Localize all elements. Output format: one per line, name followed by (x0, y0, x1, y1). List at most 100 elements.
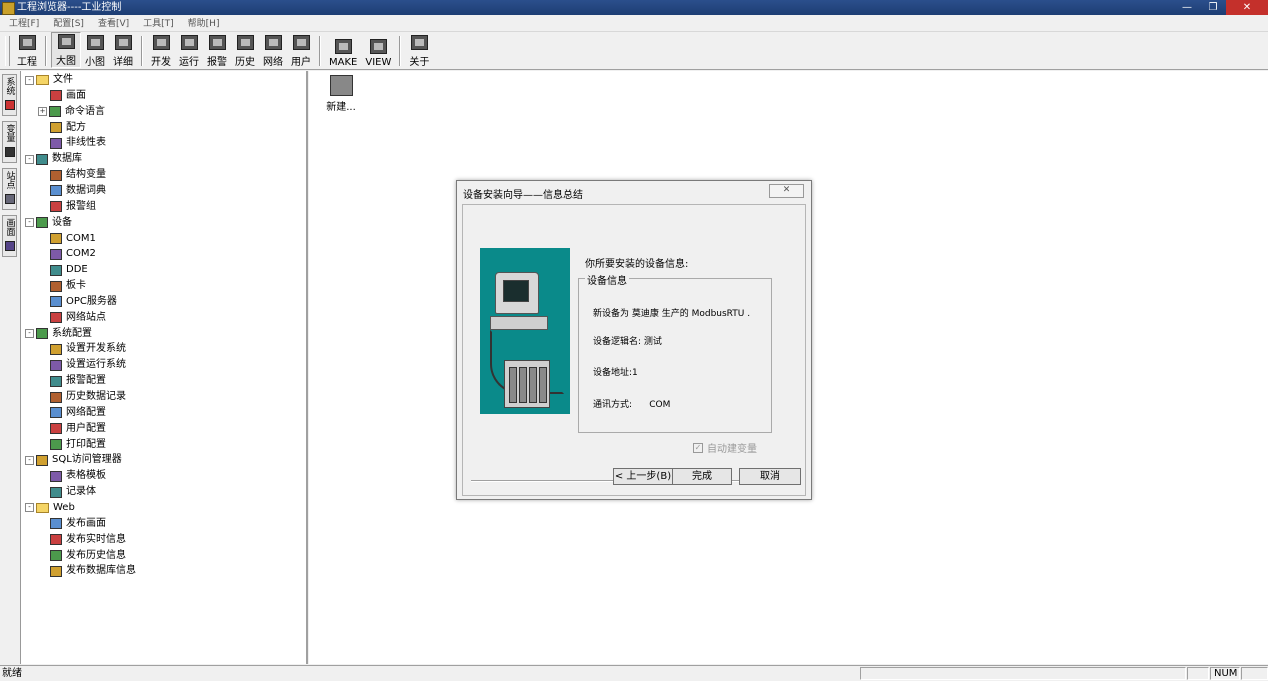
tree-item[interactable]: - Web (25, 501, 75, 515)
collapse-icon[interactable]: - (25, 218, 34, 228)
toolbar-button-5[interactable]: 运行 (175, 34, 203, 68)
toolbar-grip[interactable] (5, 36, 10, 66)
toolbar-button-10[interactable]: MAKE (325, 34, 361, 68)
collapse-icon[interactable]: - (25, 455, 34, 465)
toolbar-button-4[interactable]: 开发 (147, 34, 175, 68)
back-button[interactable]: < 上一步(B) (613, 468, 673, 485)
view-icon (369, 39, 387, 54)
menu-tools[interactable]: 工具[T] (134, 17, 179, 31)
command-language-icon (49, 106, 61, 118)
user-config-icon (50, 423, 62, 435)
tree-item[interactable]: 设置开发系统 (50, 342, 126, 356)
vtab-system-label: 系统 (4, 77, 15, 95)
vtab-system[interactable]: 系统 (2, 74, 17, 116)
publish-database-icon (50, 565, 62, 577)
toolbar-label: 小图 (85, 57, 105, 68)
collapse-icon[interactable]: - (25, 329, 34, 339)
monitor-icon (495, 272, 539, 314)
tree-item[interactable]: 网络配置 (50, 406, 106, 420)
vtab-variable[interactable]: 变量 (2, 121, 17, 163)
menu-project[interactable]: 工程[F] (0, 17, 44, 31)
tree-item[interactable]: 网络站点 (50, 311, 106, 325)
auto-variable-checkbox[interactable]: ✓ 自动建变量 (693, 440, 757, 455)
toolbar-button-0[interactable]: 工程 (13, 34, 41, 68)
tree-item[interactable]: DDE (50, 263, 88, 277)
alarm-group-icon (50, 201, 62, 213)
toolbar-button-3[interactable]: 详细 (109, 34, 137, 68)
group-label: 设备信息 (585, 272, 629, 287)
details-icon (114, 35, 132, 50)
tree-item-label: 打印配置 (66, 438, 106, 450)
com-port-icon (50, 248, 62, 260)
tree-item[interactable]: 报警组 (50, 200, 96, 214)
tree-item[interactable]: 发布历史信息 (50, 549, 126, 563)
tree-item[interactable]: 配方 (50, 121, 86, 135)
tree-item-label: DDE (66, 264, 88, 276)
tree-item[interactable]: 设置运行系统 (50, 358, 126, 372)
tree-item-label: 画面 (66, 89, 86, 101)
restore-button[interactable]: ❐ (1200, 0, 1226, 15)
picture-tab-icon (4, 241, 15, 251)
toolbar-button-12[interactable]: 关于 (405, 34, 433, 68)
toolbar-separator (399, 36, 402, 66)
computer-plc-illustration (480, 248, 570, 414)
tree-item[interactable]: - 设备 (25, 216, 72, 230)
menu-config[interactable]: 配置[S] (44, 17, 89, 31)
toolbar-button-9[interactable]: 用户 (287, 34, 315, 68)
tree-item[interactable]: 画面 (50, 89, 86, 103)
toolbar-button-8[interactable]: 网络 (259, 34, 287, 68)
new-item[interactable]: 新建... (324, 75, 358, 113)
tree-item[interactable]: - 系统配置 (25, 327, 92, 341)
cancel-button[interactable]: 取消 (739, 468, 801, 485)
vtab-picture[interactable]: 画面 (2, 215, 17, 257)
tree-item[interactable]: COM2 (50, 247, 96, 261)
dialog-close-button[interactable]: ✕ (769, 184, 804, 198)
toolbar-button-11[interactable]: VIEW (361, 34, 395, 68)
toolbar-label: 关于 (409, 57, 430, 68)
finish-button[interactable]: 完成 (672, 468, 732, 485)
tree-item[interactable]: + 命令语言 (38, 105, 105, 119)
opc-server-icon (50, 296, 62, 308)
tree-item[interactable]: - 数据库 (25, 152, 82, 166)
minimize-button[interactable]: — (1174, 0, 1200, 15)
tree-item[interactable]: 报警配置 (50, 374, 106, 388)
tree-item[interactable]: COM1 (50, 232, 96, 246)
collapse-icon[interactable]: - (25, 154, 34, 164)
status-text: 就绪 (2, 668, 22, 679)
tree-item[interactable]: 历史数据记录 (50, 390, 126, 404)
menu-help[interactable]: 帮助[H] (179, 17, 225, 31)
tree-item[interactable]: 结构变量 (50, 168, 106, 182)
collapse-icon[interactable]: - (25, 75, 34, 85)
tree-item[interactable]: 用户配置 (50, 422, 106, 436)
toolbar-button-6[interactable]: 报警 (203, 34, 231, 68)
tree-item[interactable]: - 文件 (25, 73, 73, 87)
tree-item[interactable]: 数据词典 (50, 184, 106, 198)
toolbar-label: 开发 (151, 57, 171, 68)
expand-icon[interactable]: + (38, 107, 47, 117)
tree-item[interactable]: 发布画面 (50, 517, 106, 531)
tree-item[interactable]: 非线性表 (50, 136, 106, 150)
tree-item[interactable]: 表格模板 (50, 469, 106, 483)
tree-item[interactable]: 打印配置 (50, 438, 106, 452)
window-title: 工程浏览器----工业控制 (17, 2, 122, 13)
run-icon (180, 35, 198, 50)
toolbar-button-1[interactable]: 大图 (51, 32, 81, 68)
tree-item[interactable]: 板卡 (50, 279, 86, 293)
tree-item[interactable]: OPC服务器 (50, 295, 117, 309)
tree-item[interactable]: - SQL访问管理器 (25, 453, 122, 467)
collapse-icon[interactable]: - (25, 503, 34, 513)
auto-variable-label: 自动建变量 (707, 444, 757, 455)
vtab-station[interactable]: 站点 (2, 168, 17, 210)
toolbar-label: 详细 (113, 57, 133, 68)
toolbar-button-2[interactable]: 小图 (81, 34, 109, 68)
dde-icon (50, 264, 62, 276)
new-item-label: 新建... (326, 102, 356, 113)
info-device: 新设备为 莫迪康 生产的 ModbusRTU . (593, 309, 751, 319)
toolbar-button-7[interactable]: 历史 (231, 34, 259, 68)
com-port-icon (50, 233, 62, 244)
menu-view[interactable]: 查看[V] (89, 17, 134, 31)
tree-item[interactable]: 发布数据库信息 (50, 564, 136, 578)
close-button[interactable]: ✕ (1226, 0, 1268, 15)
tree-item[interactable]: 发布实时信息 (50, 533, 126, 547)
tree-item[interactable]: 记录体 (50, 485, 96, 499)
